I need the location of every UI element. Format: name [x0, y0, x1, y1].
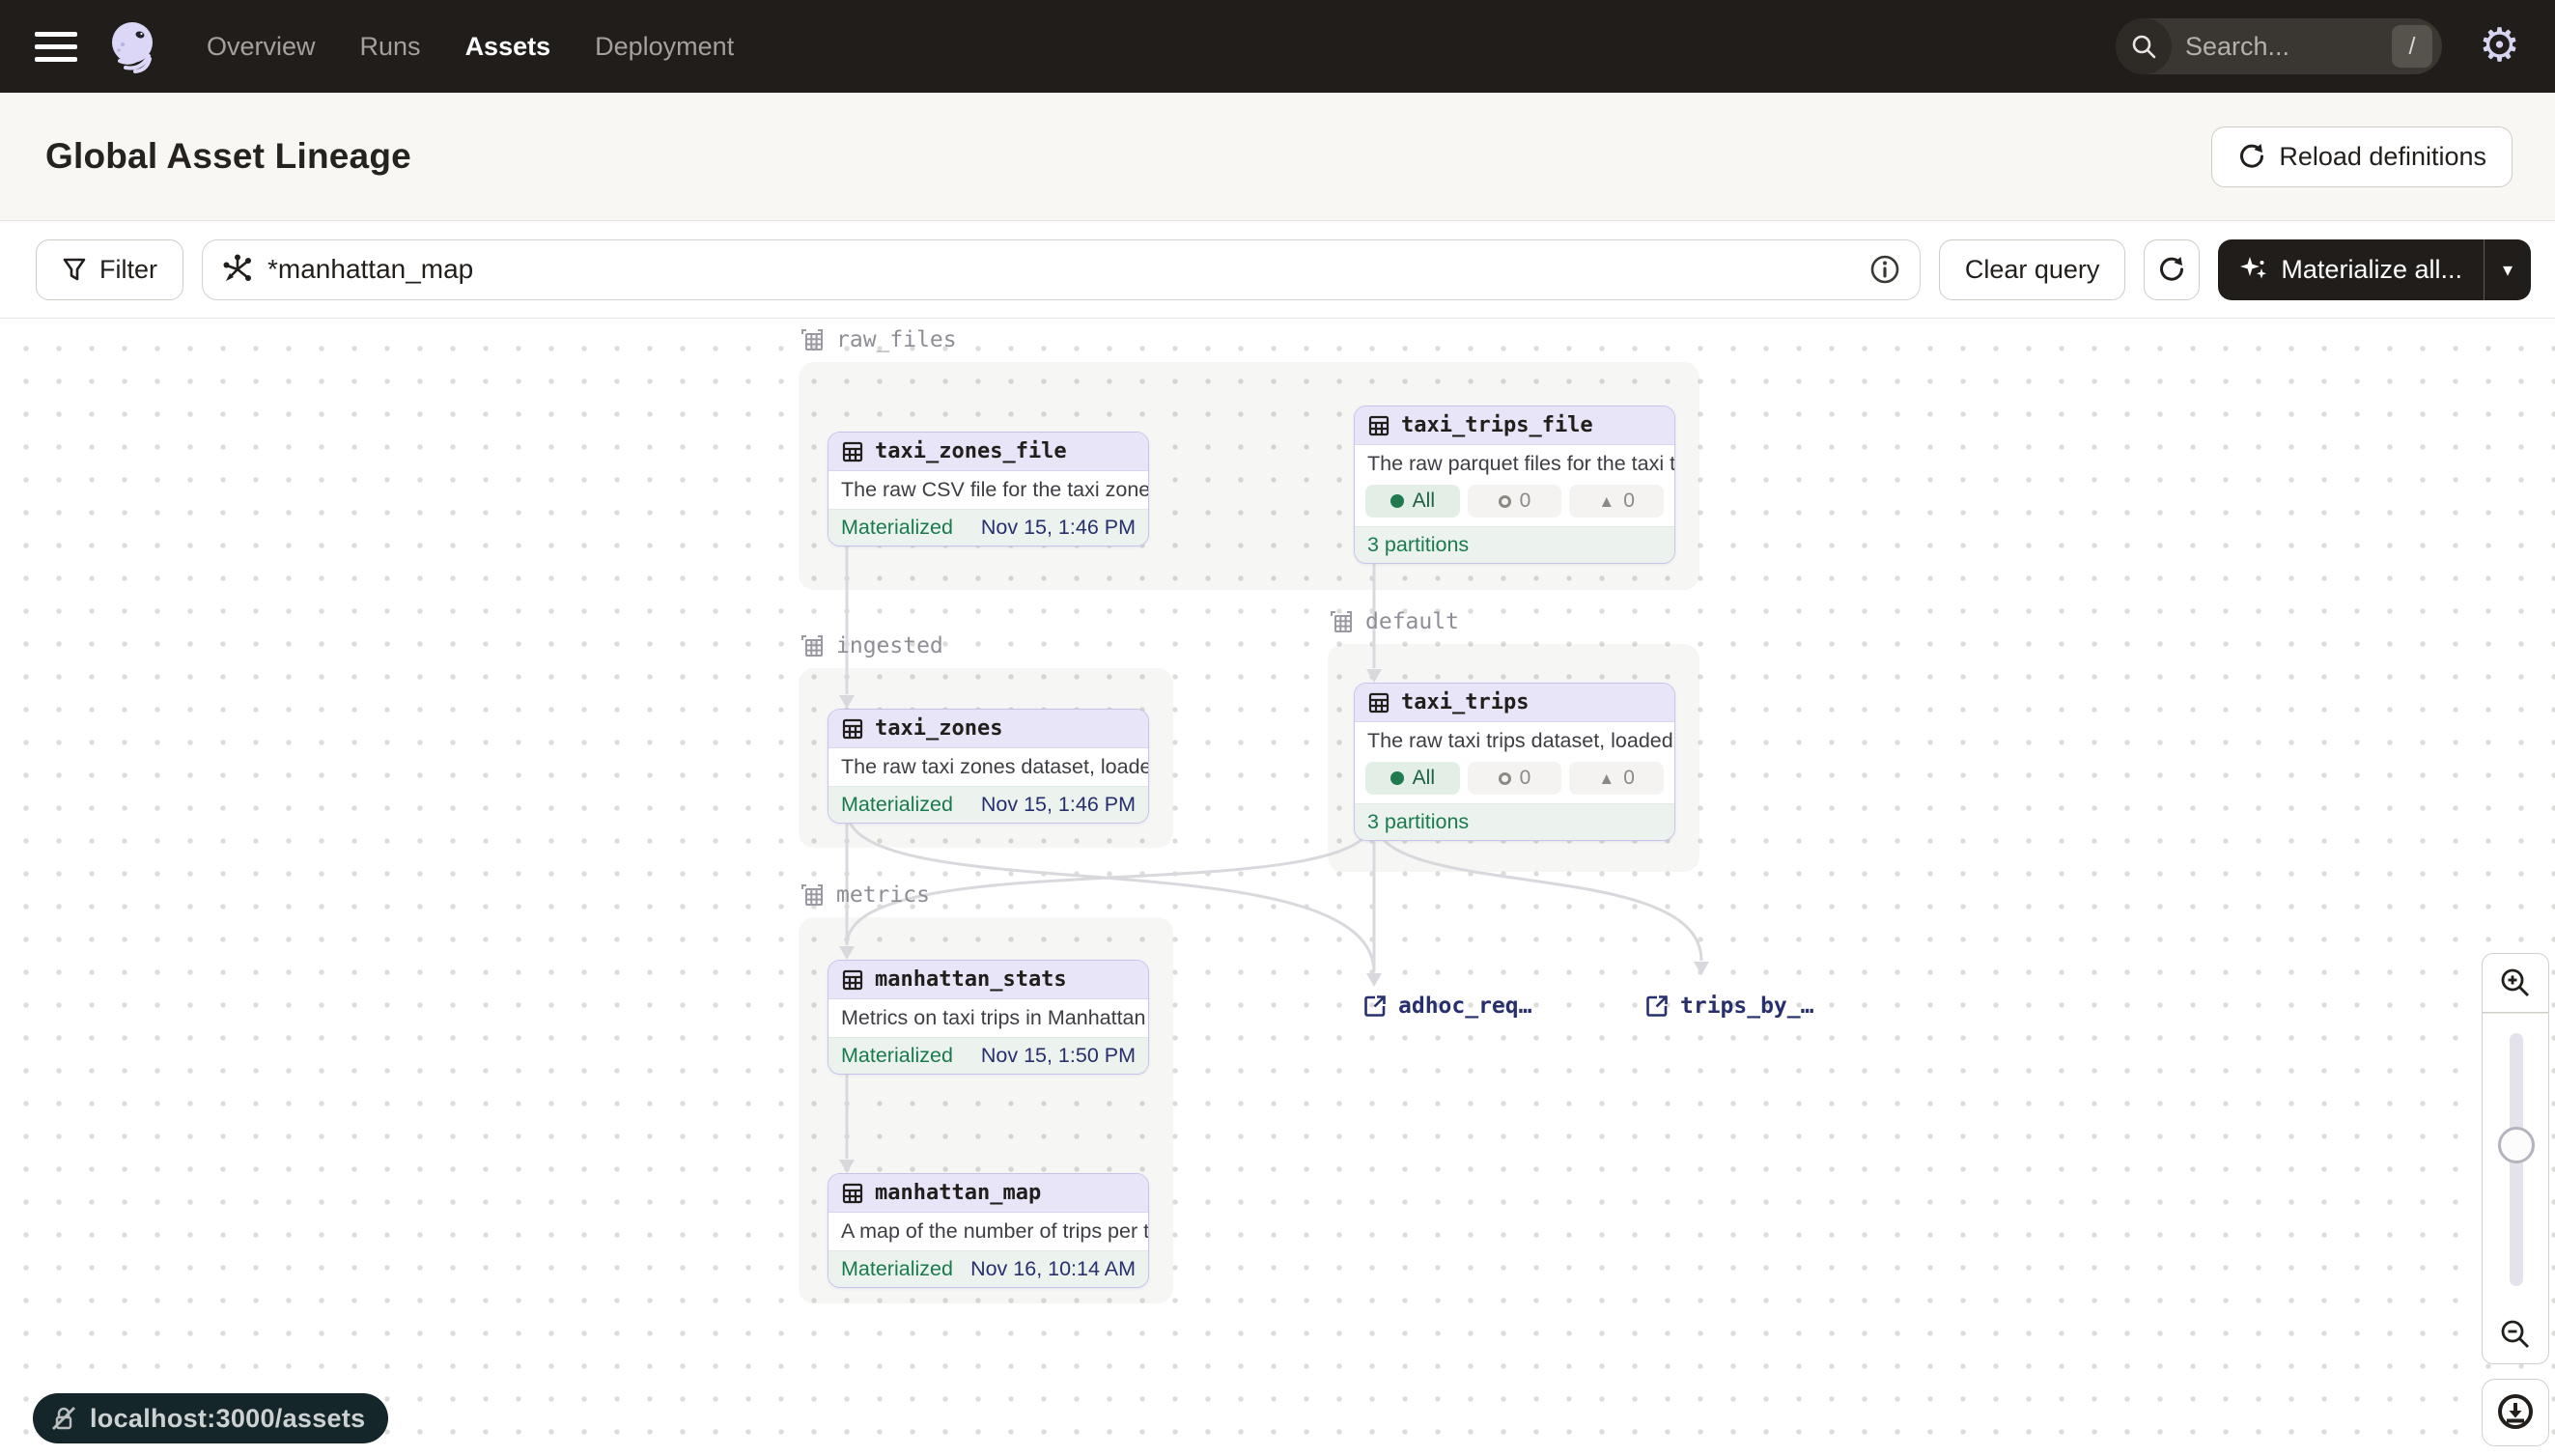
- zoom-out-icon: [2499, 1318, 2532, 1351]
- search-placeholder: Search...: [2185, 32, 2392, 62]
- asset-group-icon: [1328, 608, 1355, 635]
- partition-health-badges: All 0 ▲0: [1355, 760, 1674, 803]
- ring-icon: [1499, 495, 1511, 508]
- asset-description: The raw taxi trips dataset, loaded into …: [1355, 722, 1674, 760]
- zoom-slider: [2482, 1013, 2549, 1304]
- dagster-logo[interactable]: [106, 18, 162, 74]
- zoom-out-button[interactable]: [2482, 1304, 2549, 1364]
- nav-item-assets[interactable]: Assets: [465, 32, 551, 62]
- asset-node-taxi-zones[interactable]: taxi_zones The raw taxi zones dataset, l…: [828, 709, 1149, 824]
- reload-icon: [2237, 142, 2266, 171]
- status-badge: Materialized: [841, 516, 953, 540]
- table-icon: [841, 1182, 864, 1205]
- page-title: Global Asset Lineage: [45, 136, 411, 177]
- search-icon: [2116, 18, 2172, 74]
- materialization-timestamp[interactable]: Nov 15, 1:46 PM: [981, 793, 1136, 817]
- group-label-ingested[interactable]: ingested: [799, 632, 943, 659]
- external-asset-adhoc-request[interactable]: adhoc_req…: [1362, 994, 1531, 1019]
- asset-description: Metrics on taxi trips in Manhattan: [828, 999, 1148, 1037]
- download-icon: [2494, 1391, 2537, 1434]
- asset-description: The raw parquet files for the taxi trips…: [1355, 445, 1674, 483]
- external-asset-trips-by[interactable]: trips_by_…: [1644, 994, 1813, 1019]
- asset-description: A map of the number of trips per taxi z.…: [828, 1213, 1148, 1250]
- materialization-timestamp[interactable]: Nov 15, 1:50 PM: [981, 1044, 1136, 1068]
- browser-status-url: localhost:3000/assets: [33, 1393, 388, 1443]
- asset-description: The raw taxi zones dataset, loaded int..…: [828, 748, 1148, 786]
- status-badge: Materialized: [841, 1257, 953, 1281]
- download-graph-button[interactable]: [2482, 1379, 2549, 1446]
- materialization-timestamp[interactable]: Nov 16, 10:14 AM: [970, 1257, 1136, 1281]
- hamburger-menu-icon[interactable]: [35, 32, 77, 62]
- top-nav: Overview Runs Assets Deployment Search..…: [0, 0, 2555, 93]
- partitions-failed-badge[interactable]: ▲0: [1569, 485, 1664, 518]
- asset-node-manhattan-map[interactable]: manhattan_map A map of the number of tri…: [828, 1173, 1149, 1288]
- asset-description: The raw CSV file for the taxi zones dat.…: [828, 471, 1148, 509]
- page-header: Global Asset Lineage Reload definitions: [0, 93, 2555, 221]
- table-icon: [841, 968, 864, 992]
- zoom-in-icon: [2499, 966, 2532, 999]
- partitions-failed-badge[interactable]: ▲0: [1569, 762, 1664, 795]
- settings-gear-icon[interactable]: ⚙: [2479, 23, 2520, 70]
- refresh-icon: [2157, 255, 2186, 284]
- zoom-slider-thumb[interactable]: [2498, 1127, 2535, 1163]
- filter-button[interactable]: Filter: [36, 239, 183, 300]
- refresh-graph-button[interactable]: [2144, 239, 2200, 300]
- asset-group-icon: [799, 326, 826, 353]
- asset-group-icon: [799, 882, 826, 909]
- status-badge: Materialized: [841, 1044, 953, 1068]
- query-info-icon[interactable]: [1869, 254, 1900, 285]
- triangle-icon: ▲: [1598, 770, 1614, 787]
- asset-node-taxi-zones-file[interactable]: taxi_zones_file The raw CSV file for the…: [828, 432, 1149, 546]
- partitions-missing-badge[interactable]: 0: [1468, 762, 1562, 795]
- partition-count: 3 partitions: [1367, 810, 1469, 834]
- lineage-graph-icon: [222, 254, 253, 285]
- materialize-dropdown-caret[interactable]: ▾: [2485, 239, 2531, 300]
- insecure-lock-icon: [50, 1405, 77, 1432]
- table-icon: [1367, 414, 1390, 437]
- search-shortcut-key: /: [2392, 25, 2432, 68]
- group-label-metrics[interactable]: metrics: [799, 882, 930, 909]
- nav-item-overview[interactable]: Overview: [207, 32, 316, 62]
- global-search-input[interactable]: Search... /: [2116, 18, 2442, 74]
- materialization-timestamp[interactable]: Nov 15, 1:46 PM: [981, 516, 1136, 540]
- asset-selection-input[interactable]: *manhattan_map: [202, 239, 1921, 300]
- external-link-icon: [1644, 994, 1670, 1019]
- zoom-in-button[interactable]: [2482, 953, 2549, 1013]
- nav-item-deployment[interactable]: Deployment: [595, 32, 734, 62]
- materialize-all-split-button: Materialize all... ▾: [2218, 239, 2531, 300]
- partitions-materialized-badge[interactable]: All: [1365, 485, 1460, 518]
- asset-node-taxi-trips[interactable]: taxi_trips The raw taxi trips dataset, l…: [1354, 683, 1675, 841]
- green-dot-icon: [1390, 771, 1404, 785]
- asset-node-taxi-trips-file[interactable]: taxi_trips_file The raw parquet files fo…: [1354, 406, 1675, 564]
- asset-selection-value: *manhattan_map: [267, 254, 1855, 285]
- sparkle-icon: [2239, 255, 2268, 284]
- group-label-default[interactable]: default: [1328, 608, 1459, 635]
- triangle-icon: ▲: [1598, 493, 1614, 510]
- status-badge: Materialized: [841, 793, 953, 817]
- table-icon: [841, 440, 864, 463]
- partition-health-badges: All 0 ▲0: [1355, 483, 1674, 526]
- nav-links: Overview Runs Assets Deployment: [207, 32, 734, 62]
- partitions-materialized-badge[interactable]: All: [1365, 762, 1460, 795]
- group-label-raw-files[interactable]: raw_files: [799, 326, 957, 353]
- partitions-missing-badge[interactable]: 0: [1468, 485, 1562, 518]
- lineage-toolbar: Filter *manhattan_map Clear query: [0, 221, 2555, 319]
- clear-query-button[interactable]: Clear query: [1939, 239, 2126, 300]
- asset-node-manhattan-stats[interactable]: manhattan_stats Metrics on taxi trips in…: [828, 960, 1149, 1075]
- green-dot-icon: [1390, 494, 1404, 508]
- table-icon: [841, 717, 864, 741]
- reload-definitions-button[interactable]: Reload definitions: [2211, 126, 2513, 187]
- partition-count: 3 partitions: [1367, 533, 1469, 557]
- asset-lineage-canvas[interactable]: raw_files ingested default metrics taxi_…: [0, 319, 2555, 1456]
- ring-icon: [1499, 772, 1511, 785]
- filter-funnel-icon: [62, 257, 87, 282]
- external-link-icon: [1362, 994, 1388, 1019]
- zoom-controls: [2482, 953, 2549, 1364]
- asset-group-icon: [799, 632, 826, 659]
- table-icon: [1367, 691, 1390, 714]
- materialize-all-button[interactable]: Materialize all...: [2218, 239, 2484, 300]
- nav-item-runs[interactable]: Runs: [360, 32, 421, 62]
